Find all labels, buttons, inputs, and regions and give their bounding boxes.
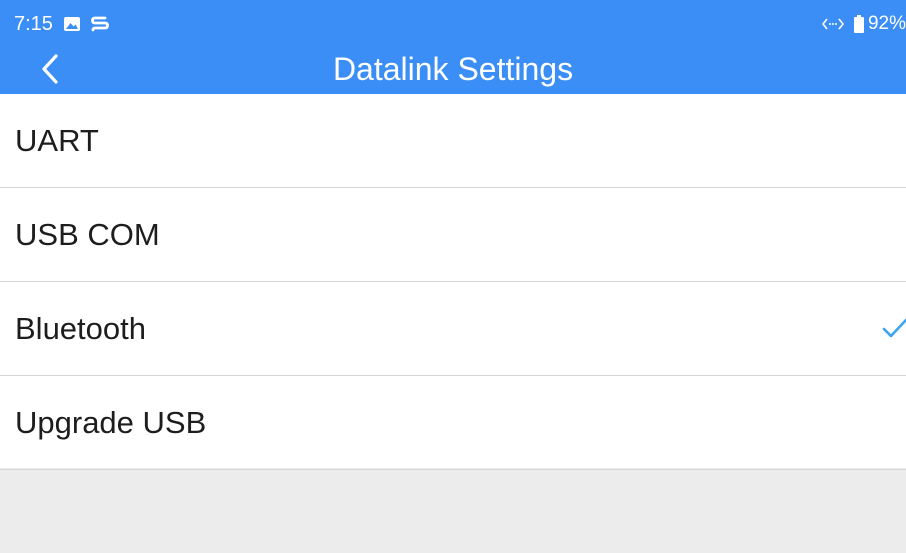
- app-header: 7:15 92% Datalink Settings: [0, 0, 906, 94]
- datalink-options-list: UART USB COM Bluetooth Upgrade USB: [0, 94, 906, 470]
- status-time: 7:15: [14, 13, 53, 35]
- status-right-group: 92%: [821, 12, 906, 36]
- battery-group: 92%: [853, 12, 906, 36]
- option-label: Upgrade USB: [15, 405, 207, 440]
- option-label: UART: [15, 123, 99, 158]
- option-label: USB COM: [15, 217, 160, 252]
- option-uart[interactable]: UART: [0, 94, 906, 188]
- battery-icon: [853, 15, 864, 33]
- s-app-icon: [91, 16, 109, 32]
- option-bluetooth[interactable]: Bluetooth: [0, 282, 906, 376]
- image-icon: [64, 17, 80, 31]
- option-upgrade-usb[interactable]: Upgrade USB: [0, 376, 906, 470]
- status-bar: 7:15 92%: [0, 0, 906, 44]
- option-usb-com[interactable]: USB COM: [0, 188, 906, 282]
- option-label: Bluetooth: [15, 311, 146, 346]
- data-transfer-icon: [821, 18, 844, 30]
- page-title: Datalink Settings: [332, 51, 574, 87]
- battery-percentage: 92%: [867, 13, 906, 34]
- checkmark-icon: [882, 318, 906, 338]
